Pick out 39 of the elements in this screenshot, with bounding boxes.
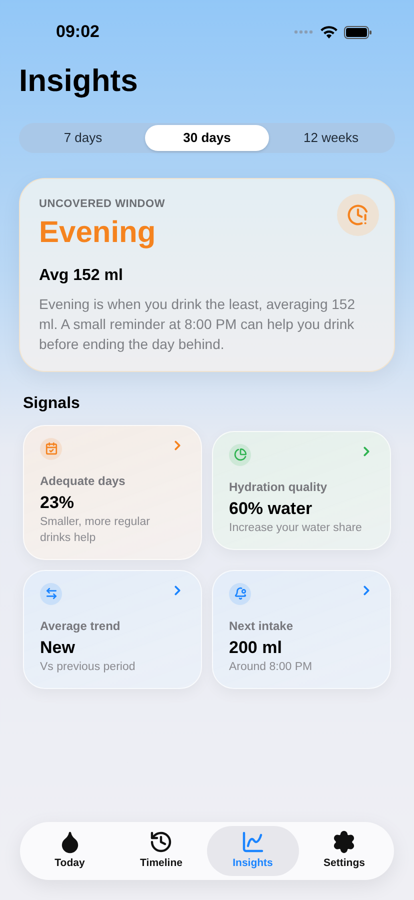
card-description: Evening is when you drink the least, averaging 152 ml. A small reminder at 8:00 PM can help you drink before ending the day behind. <box>39 294 356 354</box>
signal-note: Smaller, more regular drinks help <box>40 515 151 546</box>
signal-card[interactable]: Average trend New Vs previous period <box>23 570 202 689</box>
signal-value: 23% <box>40 492 76 513</box>
calendar-check-icon <box>40 438 62 460</box>
tab-bar-item[interactable]: Today <box>24 826 116 876</box>
page-title: Insights <box>18 62 139 100</box>
section-heading: Signals <box>22 394 81 414</box>
signal-label: Hydration quality <box>229 478 328 496</box>
signal-card[interactable]: Next intake 200 ml Around 8:00 PM <box>212 570 391 689</box>
period-tab[interactable]: 30 days <box>145 124 269 151</box>
signal-label: Next intake <box>229 618 294 635</box>
signal-note: Increase your water share <box>229 521 363 536</box>
card-eyebrow: UNCOVERED WINDOW <box>39 196 166 212</box>
signal-note: Vs previous period <box>40 660 136 675</box>
wifi-icon <box>320 26 338 38</box>
signal-note: Around 8:00 PM <box>229 660 314 675</box>
signal-value: New <box>40 636 76 658</box>
pie-chart-icon <box>229 444 251 466</box>
history-clock-icon <box>149 830 174 854</box>
signal-card[interactable]: Adequate days 23% Smaller, more regular drinks help <box>23 424 202 560</box>
card-stat: Avg 152 ml <box>39 266 124 286</box>
signal-value: 60% water <box>229 498 314 519</box>
signal-card[interactable]: Hydration quality 60% water Increase your water share <box>212 430 391 550</box>
battery-icon <box>344 26 372 38</box>
bell-icon <box>229 582 251 605</box>
card-headline: Evening <box>39 215 157 252</box>
tab-bar-item[interactable]: Timeline <box>116 826 207 876</box>
tab-bar-item[interactable]: Settings <box>298 826 390 876</box>
period-tab[interactable]: 7 days <box>21 124 145 151</box>
status-time: 09:02 <box>56 21 100 44</box>
trend-chart-icon <box>240 830 265 854</box>
clock-alert-icon <box>337 194 379 236</box>
signal-value: 200 ml <box>229 636 283 658</box>
signal-label: Adequate days <box>40 472 126 490</box>
swap-arrows-icon <box>40 582 62 605</box>
signal-dots-icon <box>294 30 314 34</box>
period-tab[interactable]: 12 weeks <box>269 124 393 151</box>
signal-label: Average trend <box>40 618 122 635</box>
